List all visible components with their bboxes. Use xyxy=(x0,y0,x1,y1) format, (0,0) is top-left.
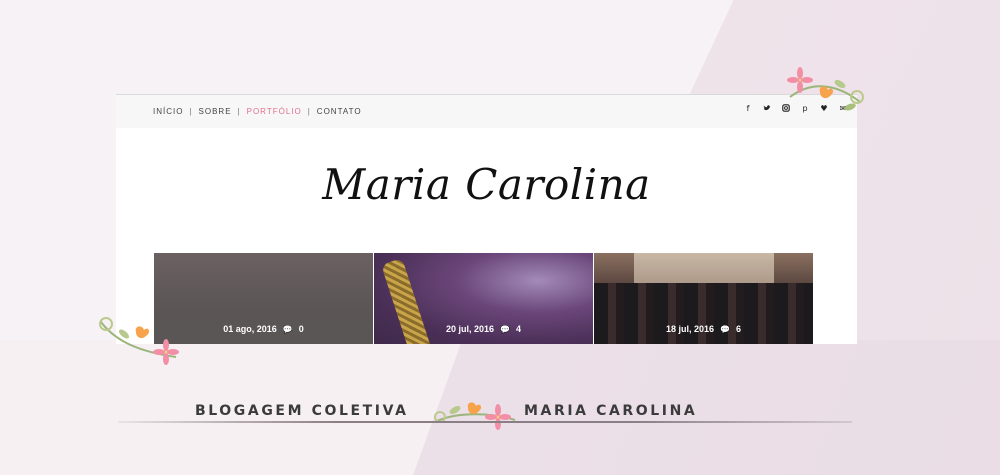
flower-decoration-icon xyxy=(99,317,179,365)
flower-decoration-icon xyxy=(787,67,864,111)
nav-separator: | xyxy=(237,107,241,116)
post-image xyxy=(594,283,813,344)
post-card[interactable]: 20 jul, 2016 💬 4 xyxy=(374,253,593,344)
comment-count: 6 xyxy=(736,324,742,334)
nav-item-contato[interactable]: CONTATO xyxy=(317,107,362,116)
nav-links: INÍCIO | SOBRE | PORTFÓLIO | CONTATO xyxy=(153,107,362,116)
post-date: 20 jul, 2016 xyxy=(445,324,495,334)
nav-item-sobre[interactable]: SOBRE xyxy=(199,107,232,116)
comment-icon: 💬 xyxy=(282,324,293,334)
post-card[interactable]: 01 ago, 2016 💬 0 xyxy=(154,253,373,344)
nav-item-inicio[interactable]: INÍCIO xyxy=(153,107,183,116)
post-meta: 01 ago, 2016 💬 0 xyxy=(154,324,373,334)
flower-divider-icon xyxy=(434,402,516,430)
blog-title[interactable]: Maria Carolina xyxy=(116,160,857,209)
post-card[interactable]: 18 jul, 2016 💬 6 xyxy=(594,253,813,344)
comment-icon: 💬 xyxy=(500,324,510,334)
banner-left-text: BLOGAGEM COLETIVA xyxy=(195,403,409,419)
facebook-icon[interactable]: f xyxy=(744,104,752,114)
nav-separator: | xyxy=(307,107,311,116)
banner-right-text: MARIA CAROLINA xyxy=(524,403,698,419)
post-grid: 01 ago, 2016 💬 0 20 jul, 2016 💬 4 18 jul… xyxy=(154,253,814,344)
post-date: 18 jul, 2016 xyxy=(665,324,715,334)
comment-count: 4 xyxy=(516,324,522,334)
twitter-icon[interactable] xyxy=(763,104,771,114)
navbar: INÍCIO | SOBRE | PORTFÓLIO | CONTATO f p… xyxy=(116,94,857,128)
nav-separator: | xyxy=(189,107,193,116)
nav-item-portfolio[interactable]: PORTFÓLIO xyxy=(247,107,302,116)
divider xyxy=(118,421,852,423)
post-meta: 18 jul, 2016 💬 6 xyxy=(594,324,813,334)
blog-preview-card: INÍCIO | SOBRE | PORTFÓLIO | CONTATO f p… xyxy=(116,94,857,344)
post-date: 01 ago, 2016 xyxy=(223,324,277,334)
comment-icon: 💬 xyxy=(720,324,730,334)
comment-count: 0 xyxy=(298,324,304,334)
post-meta: 20 jul, 2016 💬 4 xyxy=(374,324,593,334)
